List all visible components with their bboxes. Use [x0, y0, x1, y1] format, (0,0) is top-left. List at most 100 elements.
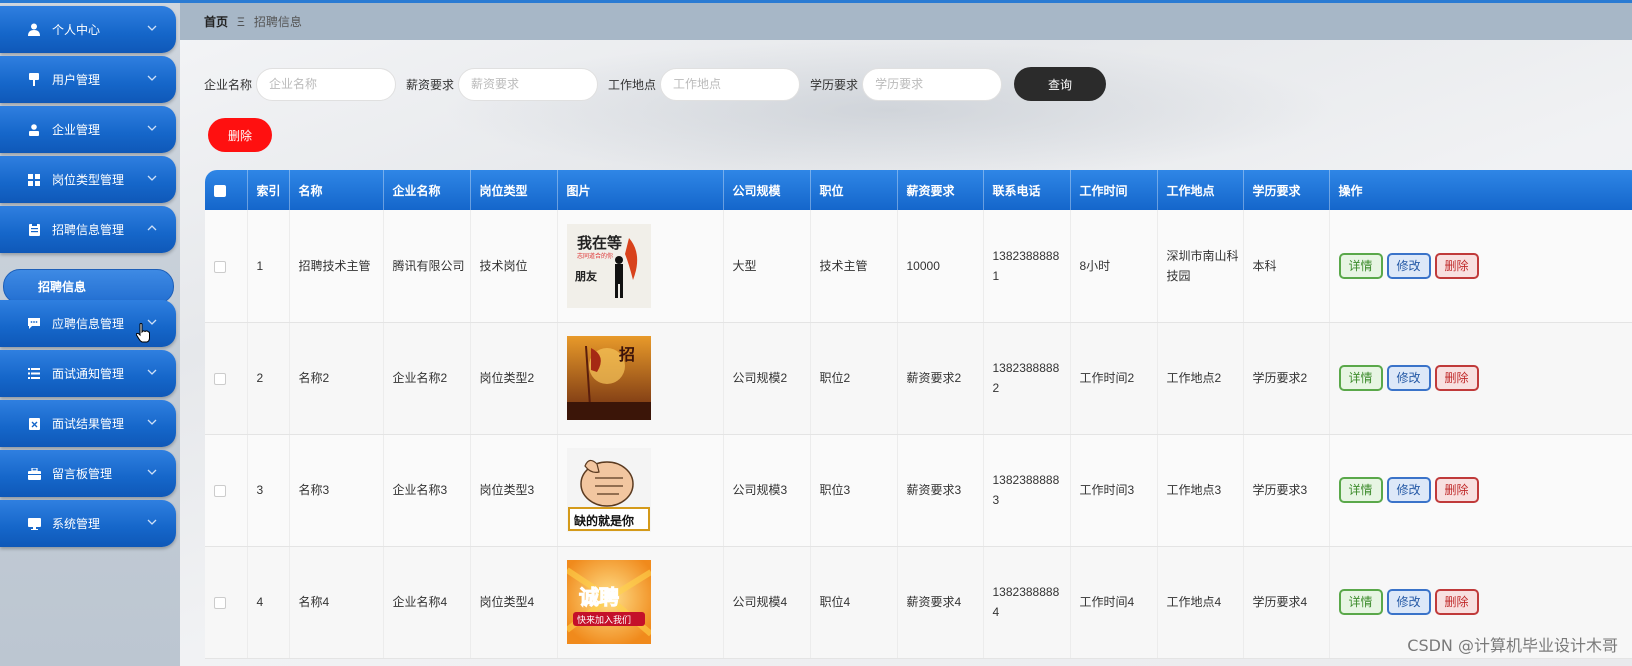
job-type-cell: 技术岗位	[470, 210, 558, 323]
detail-button[interactable]: 详情	[1338, 365, 1383, 391]
company-cell: 企业名称3	[383, 434, 471, 547]
company-name-label: 企业名称	[204, 77, 253, 92]
delete-button[interactable]: 删除	[1434, 252, 1479, 279]
sidebar: 个人中心 用户管理 企业管理 岗位类型管理 招聘信息管理 招聘信息 应聘信息管理…	[0, 0, 180, 666]
education-input[interactable]	[862, 67, 1003, 101]
sidebar-subitem-recruitment-info[interactable]: 招聘信息	[3, 269, 174, 304]
recruitment-poster-image: 招	[566, 336, 651, 420]
name-cell: 名称4	[289, 546, 384, 659]
chevron-down-icon	[147, 175, 157, 181]
detail-button[interactable]: 详情	[1338, 589, 1383, 615]
location-cell: 工作地点4	[1157, 546, 1244, 659]
column-header: 企业名称	[383, 170, 471, 210]
job-type-cell: 岗位类型4	[470, 546, 558, 659]
location-label: 工作地点	[608, 77, 657, 92]
education-label: 学历要求	[810, 77, 859, 92]
column-header: 操作	[1338, 183, 1363, 198]
chevron-down-icon	[147, 75, 157, 81]
edit-button[interactable]: 修改	[1386, 365, 1431, 391]
sidebar-item-message-board-management[interactable]: 留言板管理	[0, 450, 176, 497]
sidebar-item-company-management[interactable]: 企业管理	[0, 106, 176, 153]
index-cell: 1	[247, 210, 290, 323]
clipboard-icon	[26, 222, 42, 238]
work-time-cell: 工作时间4	[1070, 546, 1158, 659]
recruitment-poster-image: 我在等 志同道合的你 朋友	[566, 223, 651, 308]
delete-button[interactable]: 删除	[1434, 365, 1479, 391]
phone-cell: 13823888881	[983, 210, 1071, 323]
column-header: 图片	[557, 170, 724, 210]
edit-button[interactable]: 修改	[1386, 252, 1431, 279]
company-cell: 腾讯有限公司	[383, 210, 471, 323]
scale-cell: 公司规模3	[723, 434, 811, 547]
delete-button[interactable]: 删除	[1434, 589, 1479, 615]
education-cell: 学历要求4	[1243, 546, 1330, 659]
breadcrumb-current: 招聘信息	[253, 15, 302, 29]
recruitment-poster-image: 缺的就是你	[566, 448, 651, 532]
row-checkbox[interactable]	[214, 596, 226, 609]
monitor-icon	[26, 516, 42, 532]
breadcrumb: 首页 Ξ 招聘信息	[180, 3, 1632, 40]
breadcrumb-home[interactable]: 首页	[204, 13, 228, 30]
location-input[interactable]	[660, 67, 801, 101]
location-cell: 工作地点2	[1157, 322, 1244, 435]
query-button[interactable]: 查询	[1014, 67, 1107, 101]
work-time-cell: 工作时间3	[1070, 434, 1158, 547]
detail-button[interactable]: 详情	[1338, 477, 1383, 503]
svg-text:招: 招	[619, 345, 635, 364]
column-header: 岗位类型	[470, 170, 558, 210]
sidebar-item-label: 招聘信息管理	[52, 223, 125, 237]
mouse-pointer-icon	[136, 323, 150, 343]
table-row: 2 名称2 企业名称2 岗位类型2 招 公司规模2 职位2 薪资要求2 1382…	[205, 322, 1632, 435]
svg-text:志同道合的你: 志同道合的你	[577, 252, 613, 260]
image-cell: 我在等 志同道合的你 朋友	[557, 210, 724, 323]
sidebar-item-system-management[interactable]: 系统管理	[0, 500, 176, 547]
company-name-input[interactable]	[256, 67, 397, 101]
sidebar-item-job-type-management[interactable]: 岗位类型管理	[0, 156, 176, 203]
main-content: 首页 Ξ 招聘信息 企业名称 薪资要求 工作地点 学历要求 查询 删除 索引 名…	[180, 0, 1632, 666]
chevron-down-icon	[147, 25, 157, 31]
top-accent-line	[0, 0, 1632, 3]
grid-icon	[26, 172, 42, 188]
sidebar-item-label: 应聘信息管理	[52, 317, 125, 331]
chevron-down-icon	[147, 125, 157, 131]
row-select-cell	[205, 210, 248, 323]
delete-button[interactable]: 删除	[1434, 477, 1479, 503]
recruitment-poster-image: 诚聘 快来加入我们	[566, 560, 651, 644]
salary-input[interactable]	[458, 67, 599, 101]
sidebar-item-user-management[interactable]: 用户管理	[0, 56, 176, 103]
row-select-cell	[205, 546, 248, 659]
sidebar-item-label: 面试结果管理	[52, 417, 125, 431]
column-header: 薪资要求	[897, 170, 984, 210]
sidebar-item-recruitment-management[interactable]: 招聘信息管理	[0, 206, 176, 253]
sidebar-item-personal-center[interactable]: 个人中心	[0, 6, 176, 53]
edit-button[interactable]: 修改	[1386, 477, 1431, 503]
detail-button[interactable]: 详情	[1338, 252, 1383, 279]
svg-text:缺的就是你: 缺的就是你	[574, 513, 634, 528]
name-cell: 名称2	[289, 322, 384, 435]
scale-cell: 公司规模2	[723, 322, 811, 435]
select-all-checkbox[interactable]	[214, 184, 226, 197]
user-icon	[26, 22, 42, 38]
education-cell: 学历要求2	[1243, 322, 1330, 435]
phone-cell: 13823888882	[983, 322, 1071, 435]
salary-cell: 10000	[897, 210, 984, 323]
sidebar-item-label: 系统管理	[52, 517, 101, 531]
briefcase-icon	[26, 466, 42, 482]
sidebar-item-interview-notice-management[interactable]: 面试通知管理	[0, 350, 176, 397]
image-cell: 招	[557, 322, 724, 435]
salary-cell: 薪资要求3	[897, 434, 984, 547]
edit-button[interactable]: 修改	[1386, 589, 1431, 615]
chevron-down-icon	[147, 369, 157, 375]
user-manage-icon	[26, 72, 42, 88]
row-checkbox[interactable]	[214, 260, 226, 273]
table-row: 3 名称3 企业名称3 岗位类型3 缺的就是你 公司规模3 职位3 薪资要求3 …	[205, 434, 1632, 547]
company-cell: 企业名称4	[383, 546, 471, 659]
batch-delete-button[interactable]: 删除	[208, 118, 272, 152]
row-checkbox[interactable]	[214, 372, 226, 385]
index-cell: 4	[247, 546, 290, 659]
sidebar-item-interview-result-management[interactable]: 面试结果管理	[0, 400, 176, 447]
phone-cell: 13823888884	[983, 546, 1071, 659]
row-checkbox[interactable]	[214, 484, 226, 497]
location-cell: 工作地点3	[1157, 434, 1244, 547]
name-cell: 名称3	[289, 434, 384, 547]
